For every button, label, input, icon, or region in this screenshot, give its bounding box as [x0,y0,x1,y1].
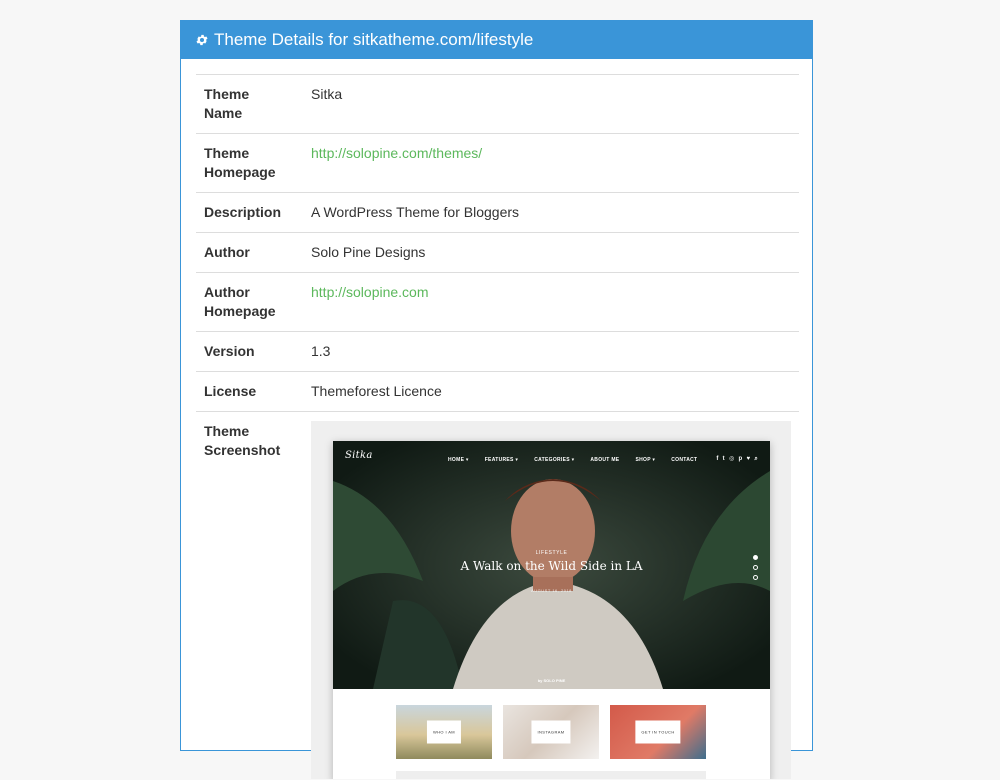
row-label: Theme Screenshot [204,423,281,458]
site-menu-item[interactable]: SHOP ▾ [635,451,655,470]
hero-image: Sitka HOME ▾ FEATURES ▾ CATEGORIES ▾ ABOUT … [333,441,770,689]
row-label: Author [204,244,250,260]
site-menu-item[interactable]: CONTACT [671,451,697,470]
table-row: License Themeforest Licence [196,371,799,412]
social-icon[interactable]: t [723,450,725,469]
content-strip [396,771,706,779]
row-value: Sitka [311,86,343,102]
site-nav: Sitka HOME ▾ FEATURES ▾ CATEGORIES ▾ ABOUT … [333,441,770,465]
promo-box[interactable]: WHO I AM [396,705,492,759]
row-label: Version [204,343,255,359]
social-icon[interactable]: f [716,450,718,469]
table-row: Description A WordPress Theme for Blogger… [196,192,799,233]
row-label: Description [204,204,282,220]
theme-details-panel: Theme Details for sitkatheme.com/lifesty… [180,20,813,779]
table-row: Theme Homepage http://solopine.com/themes… [196,133,799,193]
table-row: Theme Name Sitka [196,74,799,134]
post-date: AUGUST 16, 2018 [531,588,572,593]
promo-label: WHO I AM [426,720,462,744]
site-logo: Sitka [345,450,373,461]
promo-boxes: WHO I AM INSTAGRAM GET IN TOUCH [396,705,706,759]
gear-icon [195,33,209,47]
table-row-screenshot: Theme Screenshot Sitka HOME ▾ FEATURES ▾… [196,411,799,779]
social-icon[interactable]: ◎ [729,450,735,469]
row-label: Theme Homepage [204,145,276,180]
row-value: 1.3 [311,343,331,359]
row-value: Solo Pine Designs [311,244,426,260]
row-label: Author Homepage [204,284,276,319]
site-menu-item[interactable]: ABOUT ME [590,451,619,470]
site-preview: Sitka HOME ▾ FEATURES ▾ CATEGORIES ▾ ABOUT … [333,441,770,779]
promo-box[interactable]: INSTAGRAM [503,705,599,759]
panel-title: Theme Details for sitkatheme.com/lifesty… [214,30,534,49]
row-value: A WordPress Theme for Bloggers [311,204,520,220]
slider-dots [753,555,758,580]
row-value: Themeforest Licence [311,383,442,399]
table-row: Version 1.3 [196,331,799,372]
social-icon[interactable]: p [738,450,742,469]
post-author: by SOLO PINE [537,678,566,683]
row-label: License [204,383,257,399]
theme-screenshot: Sitka HOME ▾ FEATURES ▾ CATEGORIES ▾ ABOUT … [311,421,791,779]
site-menu-item[interactable]: HOME ▾ [448,451,469,470]
table-row: Author Homepage http://solopine.com [196,272,799,332]
row-link[interactable]: http://solopine.com [311,284,429,300]
details-table: Theme Name Sitka Theme Homepage http://solo… [196,74,799,779]
row-label: Theme Name [204,86,250,121]
social-icon[interactable]: ⌕ [754,450,758,469]
promo-box[interactable]: GET IN TOUCH [610,705,706,759]
site-menu-item[interactable]: CATEGORIES ▾ [534,451,574,470]
promo-label: GET IN TOUCH [635,720,681,744]
promo-label: INSTAGRAM [531,720,571,744]
social-icon[interactable]: ♥ [746,450,750,469]
panel-header: Theme Details for sitkatheme.com/lifesty… [181,21,812,59]
post-title: A Walk on the Wild Side in LA [460,559,643,573]
row-link[interactable]: http://solopine.com/themes/ [311,145,482,161]
site-menu-item[interactable]: FEATURES ▾ [485,451,518,470]
table-row: Author Solo Pine Designs [196,232,799,273]
